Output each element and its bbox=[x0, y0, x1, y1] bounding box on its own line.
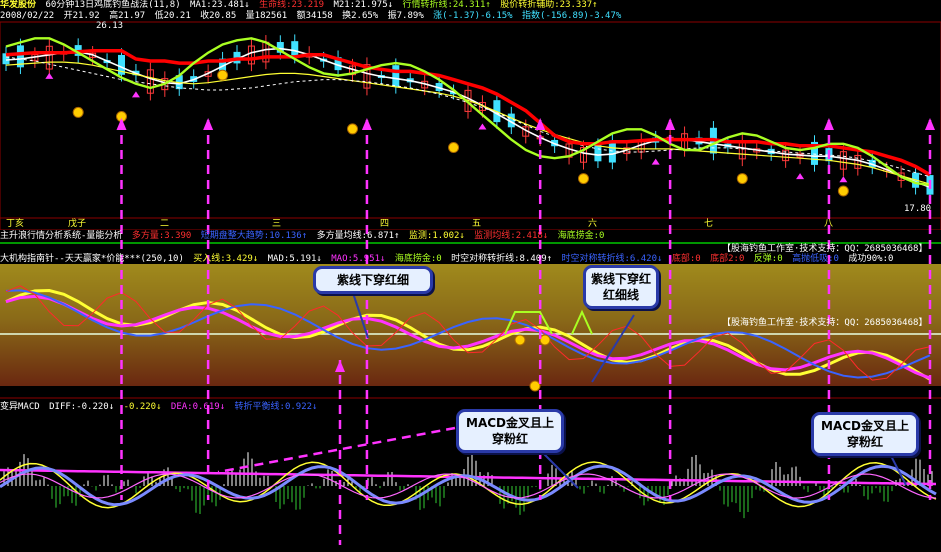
osc-item-7: 底部:0 bbox=[671, 254, 701, 264]
stock-chart bbox=[0, 21, 941, 545]
smiley-icon bbox=[448, 142, 460, 154]
callout-purple-cross-1: 紫线下穿红细 bbox=[313, 266, 433, 294]
buy-triangle-icon bbox=[45, 72, 54, 79]
buy-triangle-icon bbox=[796, 173, 805, 180]
volume-panel-header: 主升浪行情分析系统-量能分析 多方量:3.390 短期盘整大趋势:10.136↑… bbox=[0, 231, 608, 242]
price-max-label: 26.13 bbox=[96, 21, 124, 31]
osc-item-3: MAO:5.951↓ bbox=[331, 254, 386, 264]
oscillator-panel-title: 大机构指南针--天天赢家*价能***(250,10) bbox=[0, 254, 184, 264]
smiley-icon bbox=[514, 334, 526, 346]
volume-item-3: 多方量均线:6.871↑ bbox=[316, 231, 400, 241]
volume-item-1: 多方量:3.390 bbox=[131, 231, 192, 241]
macd-panel-title: 变异MACD bbox=[0, 402, 40, 412]
day-label-1: 戊子 bbox=[68, 219, 87, 229]
osc-item-6: 时空对称转折线:6.420↓ bbox=[561, 254, 663, 264]
day-label-8: 八 bbox=[824, 219, 834, 229]
osc-item-2: MAD:5.191↓ bbox=[267, 254, 322, 264]
candle-body bbox=[392, 65, 400, 87]
oscillator-panel-header: 大机构指南针--天天赢家*价能***(250,10) 买入线:3.429↓ MA… bbox=[0, 254, 897, 265]
day-label-5: 五 bbox=[472, 219, 482, 229]
buy-triangle-icon bbox=[478, 123, 487, 130]
signal-arrow-icon bbox=[361, 118, 372, 130]
volume-panel-title: 主升浪行情分析系统-量能分析 bbox=[0, 231, 123, 241]
smiley-icon bbox=[72, 106, 84, 118]
signal-arrow-icon bbox=[925, 118, 935, 130]
callout-purple-cross-2: 紫线下穿红红细线 bbox=[583, 265, 659, 309]
signal-arrow-icon bbox=[823, 118, 834, 130]
macd-item-1: DIFF:-0.220↓ bbox=[49, 402, 115, 412]
volume-item-5: 监测均线:2.418↓ bbox=[474, 231, 549, 241]
smiley-icon bbox=[837, 185, 849, 197]
smiley-icon bbox=[578, 173, 589, 185]
smiley-icon bbox=[736, 173, 748, 185]
day-label-6: 六 bbox=[588, 219, 598, 229]
smiley-icon bbox=[347, 123, 358, 135]
osc-item-8: 底部2:0 bbox=[710, 254, 745, 264]
day-label-3: 三 bbox=[272, 219, 282, 229]
oscillator-watermark: 【股海钓鱼工作室·技术支持：QQ：2685036468】 bbox=[722, 318, 928, 328]
buy-triangle-icon bbox=[131, 91, 140, 98]
price-min-label: 17.80 bbox=[904, 204, 932, 214]
macd-item-2: -0.220↓ bbox=[123, 402, 162, 412]
smiley-icon bbox=[529, 380, 541, 392]
signal-arrow-icon bbox=[203, 118, 214, 130]
macd-panel-header: 变异MACD DIFF:-0.220↓ -0.220↓ DEA:0.619↓ 转… bbox=[0, 402, 321, 413]
day-label-0: 丁亥 bbox=[6, 219, 25, 229]
ma-line-1 bbox=[5, 61, 931, 185]
smiley-icon bbox=[539, 334, 551, 346]
day-label-2: 二 bbox=[160, 219, 170, 229]
volume-item-6: 海底捞金:0 bbox=[557, 231, 605, 241]
callout-macd-cross-1: MACD金叉且上穿粉红 bbox=[456, 409, 564, 453]
day-label-4: 四 bbox=[380, 219, 390, 229]
osc-item-4: 海底捞金:0 bbox=[394, 254, 442, 264]
candle-body bbox=[594, 145, 602, 162]
callout-macd-cross-2: MACD金叉且上穿粉红 bbox=[811, 412, 919, 456]
volume-item-2: 短期盘整大趋势:10.136↑ bbox=[200, 231, 308, 241]
macd-item-4: 转折平衡线:0.922↓ bbox=[234, 402, 318, 412]
macd-item-3: DEA:0.619↓ bbox=[170, 402, 226, 412]
osc-item-11: 成功90%:0 bbox=[848, 254, 894, 264]
osc-item-1: 买入线:3.429↓ bbox=[193, 254, 259, 264]
osc-item-10: 高抛低吸:0 bbox=[792, 254, 839, 264]
osc-item-9: 反弹:0 bbox=[753, 254, 783, 264]
price-panel-frame bbox=[0, 21, 941, 231]
smiley-icon bbox=[217, 69, 229, 81]
buy-triangle-icon bbox=[839, 176, 848, 183]
osc-item-5: 时空对称转折线:8.409↑ bbox=[451, 254, 553, 264]
candle-body bbox=[291, 41, 299, 57]
macd-dashed-link bbox=[217, 426, 456, 474]
buy-triangle-icon bbox=[651, 158, 660, 165]
signal-arrow-icon bbox=[665, 118, 676, 130]
day-label-7: 七 bbox=[704, 219, 714, 229]
volume-item-4: 监测:1.002↓ bbox=[408, 231, 465, 241]
